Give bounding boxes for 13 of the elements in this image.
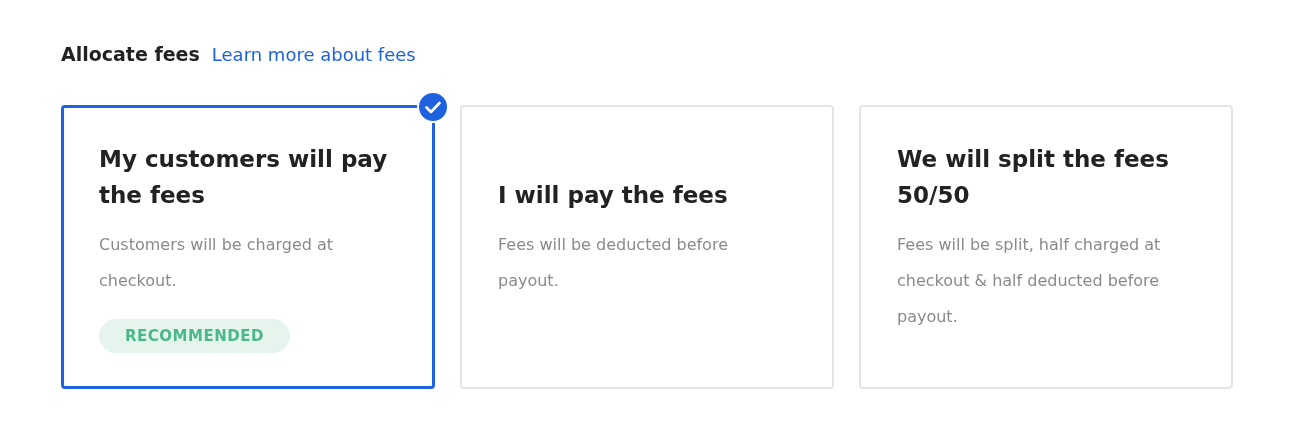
option-card[interactable]: My customers will pay the fees Customers will be charged at checkout. RECOMMENDED [61, 105, 435, 389]
section-title: Allocate fees [61, 43, 200, 65]
option-description: Fees will be split, half charged at checkout & half deducted before payout. [897, 234, 1162, 328]
option-title: I will pay the fees [498, 181, 728, 210]
option-title: My customers will pay the fees [99, 145, 388, 210]
recommended-badge: RECOMMENDED [99, 319, 290, 353]
option-description: Customers will be charged at checkout. [99, 234, 335, 292]
option-title: We will split the fees 50/50 [897, 145, 1170, 210]
learn-more-link[interactable]: Learn more about fees [211, 44, 416, 65]
option-card[interactable]: I will pay the fees Fees will be deducted before payout. [460, 105, 834, 389]
option-card[interactable]: We will split the fees 50/50 Fees will be split, half charged at checkout & half deducted before payout. [859, 105, 1233, 389]
check-icon [417, 91, 449, 123]
option-description: Fees will be deducted before payout. [498, 234, 729, 292]
